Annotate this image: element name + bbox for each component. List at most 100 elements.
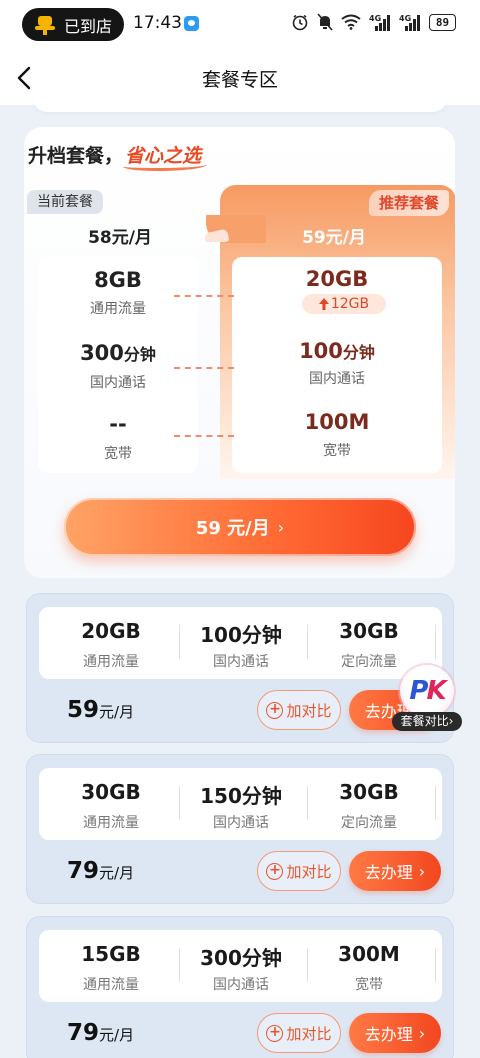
battery-icon: 89 <box>429 13 456 31</box>
plan-feature: 300分钟 国内通话 <box>177 930 305 1002</box>
current-data-label: 通用流量 <box>90 301 146 317</box>
arrow-up-icon <box>318 298 329 310</box>
current-plan-tag: 当前套餐 <box>27 190 103 214</box>
chevron-right-icon: › <box>277 517 285 537</box>
recommended-data-value: 20GB <box>305 267 369 291</box>
app-notification-icon <box>184 16 199 31</box>
compare-label: 加对比 <box>286 701 332 720</box>
feature-label: 通用流量 <box>83 654 139 670</box>
apply-button[interactable]: 去办理 › <box>349 1013 441 1053</box>
pk-icon: PK <box>400 665 454 717</box>
signal-icon-1: 4G <box>369 14 390 31</box>
upgrade-cta-button[interactable]: 59 元/月 › <box>64 498 416 556</box>
data-increase-badge: 12GB <box>302 294 386 314</box>
plan-feature: 300M 宽带 <box>305 930 433 1002</box>
compare-label: 加对比 <box>286 862 332 881</box>
store-icon <box>34 14 56 36</box>
chevron-right-icon: › <box>418 1023 426 1043</box>
plan-feature: 20GB 通用流量 <box>47 607 175 679</box>
current-data-value: 8GB <box>94 268 142 292</box>
previous-section-card <box>33 98 447 112</box>
apply-button[interactable]: 去办理 › <box>349 851 441 891</box>
add-compare-button[interactable]: + 加对比 <box>257 690 341 730</box>
status-bar: 已到店 17:43 4G 4G 89 <box>0 0 480 50</box>
plan-features: 20GB 通用流量 100分钟 国内通话 30GB 定向流量 <box>39 607 442 679</box>
plan-price: 59元/月 <box>67 697 135 723</box>
plan-feature: 30GB 通用流量 <box>47 768 175 840</box>
plan-feature: 15GB 通用流量 <box>47 930 175 1002</box>
feature-label: 国内通话 <box>213 977 269 993</box>
chevron-right-icon: › <box>418 861 426 881</box>
plan-feature: 150分钟 国内通话 <box>177 768 305 840</box>
status-time: 17:43 <box>133 13 182 33</box>
upgrade-arrow-icon <box>205 229 229 242</box>
current-broadband-label: 宽带 <box>104 446 132 462</box>
store-status-text: 已到店 <box>64 16 113 36</box>
page-title: 套餐专区 <box>201 69 278 91</box>
plan-price: 79元/月 <box>67 1020 135 1046</box>
recommended-plan-price: 59元/月 <box>302 228 366 248</box>
recommended-voice-label: 国内通话 <box>309 371 365 387</box>
plus-circle-icon: + <box>266 862 284 880</box>
current-voice-value: 300分钟 <box>80 341 156 365</box>
feature-value: 100分钟 <box>200 623 282 647</box>
recommended-plan-tag: 推荐套餐 <box>368 190 449 216</box>
plan-card: 30GB 通用流量 150分钟 国内通话 30GB 定向流量 79元/月 + 加… <box>26 754 454 904</box>
row-connector-line <box>174 295 234 297</box>
feature-value: 300分钟 <box>200 946 282 970</box>
feature-label: 国内通话 <box>213 815 269 831</box>
compare-label: 加对比 <box>286 1024 332 1043</box>
feature-label: 通用流量 <box>83 815 139 831</box>
plan-card: 15GB 通用流量 300分钟 国内通话 300M 宽带 79元/月 + 加对比… <box>26 916 454 1058</box>
wifi-icon <box>341 14 361 30</box>
upgrade-title-prefix: 升档套餐， <box>28 145 124 167</box>
apply-label: 去办理 <box>364 1025 413 1044</box>
plus-circle-icon: + <box>266 1024 284 1042</box>
system-icons: 4G 4G 89 <box>291 13 456 31</box>
feature-value: 30GB <box>339 780 399 804</box>
add-compare-button[interactable]: + 加对比 <box>257 1013 341 1053</box>
feature-value: 300M <box>338 942 400 966</box>
plan-compare-label: 套餐对比› <box>392 712 462 731</box>
data-increase-value: 12GB <box>330 296 370 312</box>
feature-label: 定向流量 <box>341 815 397 831</box>
plan-features: 15GB 通用流量 300分钟 国内通话 300M 宽带 <box>39 930 442 1002</box>
recommended-broadband-label: 宽带 <box>323 443 351 459</box>
upgrade-section: 升档套餐， 省心之选 当前套餐 58元/月 推荐套餐 59元/月 8GB 通用流量… <box>24 127 455 578</box>
plan-price: 79元/月 <box>67 858 135 884</box>
feature-label: 通用流量 <box>83 977 139 993</box>
apply-label: 去办理 <box>364 863 413 882</box>
upgrade-title-slogan: 省心之选 <box>125 145 202 167</box>
plan-compare-float-button[interactable]: PK 套餐对比› <box>392 665 462 733</box>
recommended-broadband-value: 100M <box>304 410 370 434</box>
plan-card: 20GB 通用流量 100分钟 国内通话 30GB 定向流量 59元/月 + 加… <box>26 593 454 743</box>
mute-icon <box>317 13 333 31</box>
plan-feature: 30GB 定向流量 <box>305 768 433 840</box>
current-plan-price: 58元/月 <box>88 228 152 248</box>
plan-feature: 100分钟 国内通话 <box>177 607 305 679</box>
feature-label: 国内通话 <box>213 654 269 670</box>
nav-bar: 套餐专区 <box>0 50 480 105</box>
feature-label: 宽带 <box>355 977 383 993</box>
signal-label-2: 4G <box>399 14 411 23</box>
feature-value: 20GB <box>81 619 141 643</box>
store-status-pill[interactable]: 已到店 <box>22 8 124 41</box>
plan-features: 30GB 通用流量 150分钟 国内通话 30GB 定向流量 <box>39 768 442 840</box>
divider <box>435 948 436 982</box>
divider <box>435 786 436 820</box>
divider <box>435 625 436 659</box>
signal-label-1: 4G <box>369 14 381 23</box>
feature-value: 15GB <box>81 942 141 966</box>
current-voice-label: 国内通话 <box>90 375 146 391</box>
alarm-icon <box>292 14 308 31</box>
plus-circle-icon: + <box>266 701 284 719</box>
current-broadband-value: -- <box>109 412 127 436</box>
feature-value: 150分钟 <box>200 784 282 808</box>
upgrade-title: 升档套餐， 省心之选 <box>28 141 201 168</box>
cta-price: 59 元/月 <box>195 518 270 539</box>
row-connector-line <box>174 367 234 369</box>
add-compare-button[interactable]: + 加对比 <box>257 851 341 891</box>
signal-icon-2: 4G <box>399 14 420 31</box>
recommended-voice-value: 100分钟 <box>299 339 375 363</box>
feature-value: 30GB <box>81 780 141 804</box>
